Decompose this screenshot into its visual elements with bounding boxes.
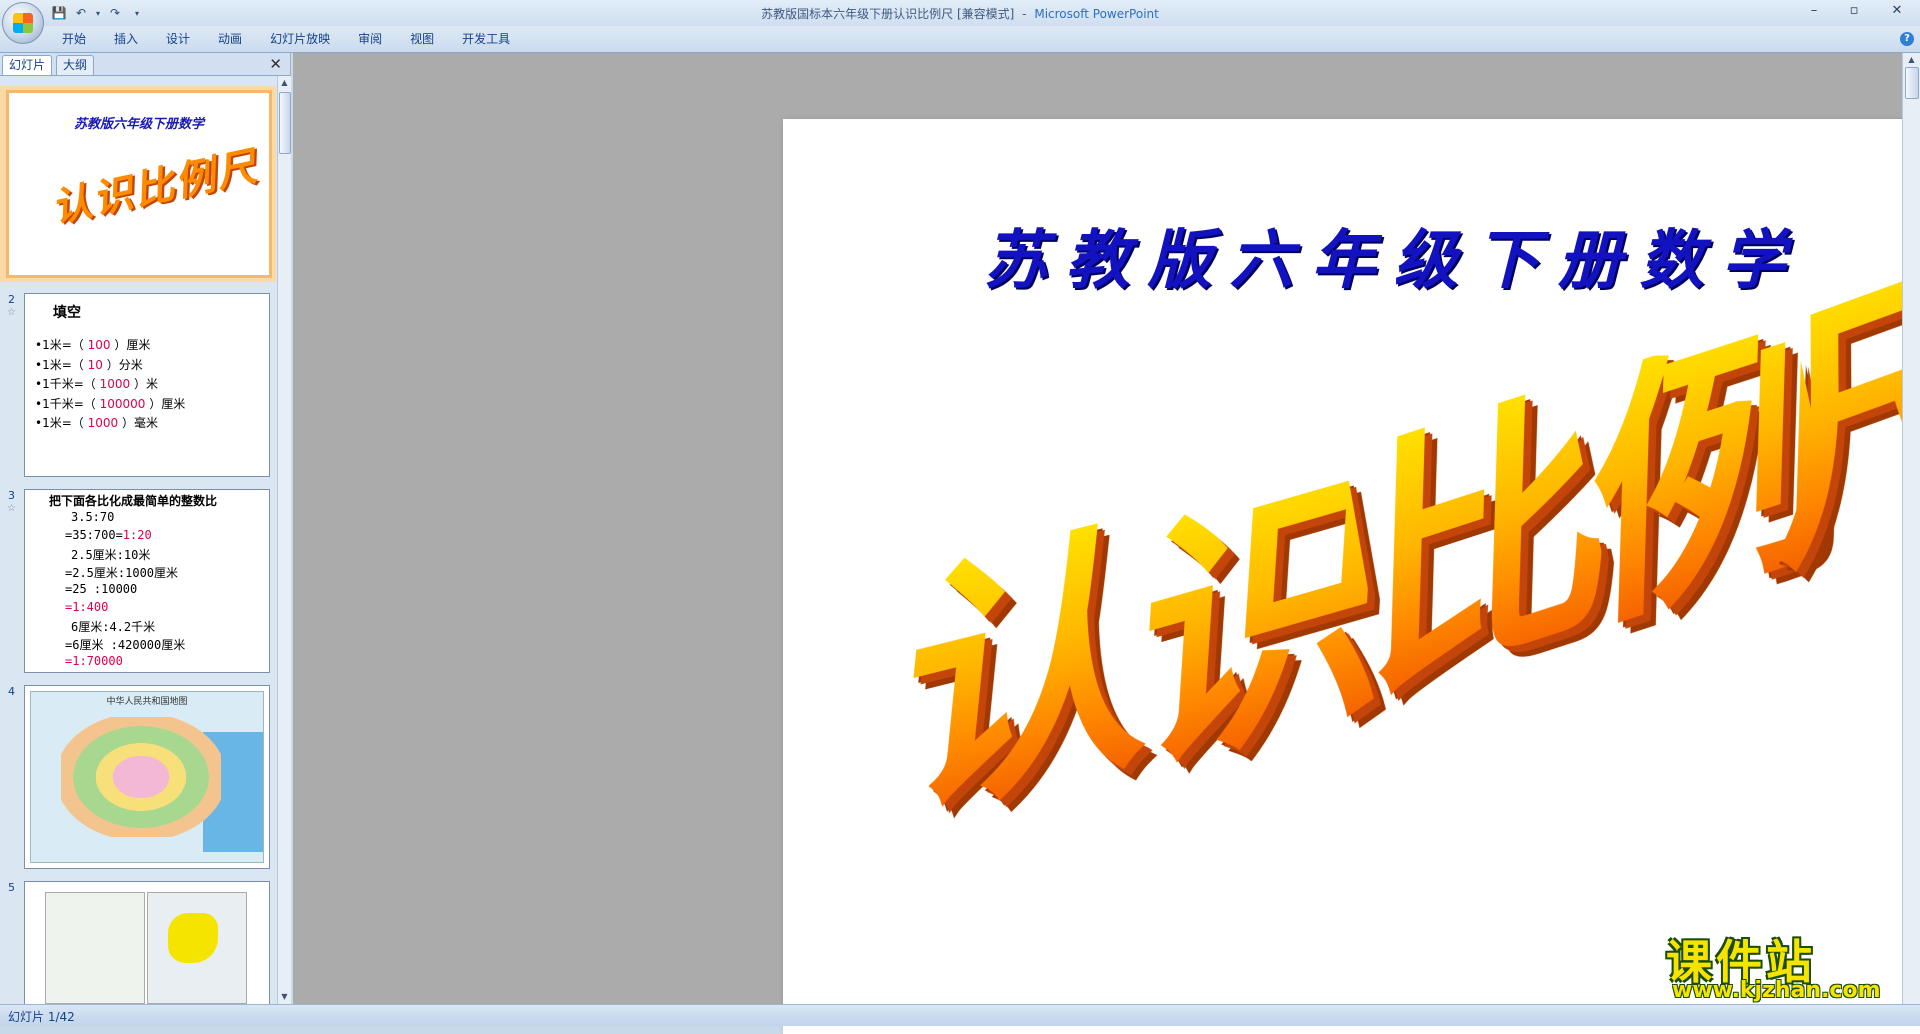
tab-slideshow[interactable]: 幻灯片放映	[256, 26, 344, 52]
tab-review[interactable]: 审阅	[344, 26, 396, 52]
slide-preview: 填空 •1米=（ 100 ）厘米 •1米=（ 10 ）分米 •1千米=（ 100…	[24, 293, 270, 477]
editor-scrollbar[interactable]: ▲	[1902, 53, 1920, 1004]
title-bar: 💾 ↶ ▾ ↷ ▾ 苏教版国标本六年级下册认识比例尺 [兼容模式] - Micr…	[0, 0, 1920, 26]
scroll-up-icon[interactable]: ▲	[278, 76, 291, 90]
slide-editor: 苏教版六年级下册数学 认 识 比 例 尺	[293, 53, 1920, 1034]
animation-star-icon: ☆	[7, 307, 16, 318]
tab-home[interactable]: 开始	[48, 26, 100, 52]
office-logo-icon	[13, 13, 33, 33]
tab-design[interactable]: 设计	[152, 26, 204, 52]
slide-number: 3	[8, 489, 15, 502]
slide-thumbnail-3[interactable]: 3 ☆ 把下面各比化成最简单的整数比 3.5:70 =35:700=1:20 2…	[0, 485, 276, 673]
slide-counter: 幻灯片 1/42	[8, 1010, 75, 1024]
slide-preview: 苏教版六年级下册数学 认识比例尺	[6, 90, 272, 278]
slide-thumbnail-5[interactable]: 5	[0, 877, 276, 1004]
site-watermark: 课件站 www.kjzhan.com	[1666, 926, 1906, 1004]
thumb-line: =6厘米 :420000厘米	[65, 638, 186, 652]
thumb-line: =2.5厘米:1000厘米	[65, 566, 179, 580]
slide-thumbnail-2[interactable]: 2 ☆ 填空 •1米=（ 100 ）厘米 •1米=（ 10 ）分米 •1千米=（…	[0, 289, 276, 477]
tab-slides[interactable]: 幻灯片	[2, 55, 53, 75]
minimize-button[interactable]: –	[1794, 0, 1834, 20]
watermark-url: www.kjzhan.com	[1672, 978, 1881, 1003]
thumb-line: •1千米=（ 100000 ）厘米	[35, 397, 186, 411]
slide-preview: 中华人民共和国地图	[24, 685, 270, 869]
app-name: Microsoft PowerPoint	[1034, 7, 1159, 21]
tab-insert[interactable]: 插入	[100, 26, 152, 52]
document-title: 苏教版国标本六年级下册认识比例尺 [兼容模式]	[761, 7, 1015, 21]
tab-animations[interactable]: 动画	[204, 26, 256, 52]
tab-view[interactable]: 视图	[396, 26, 448, 52]
thumb-subtitle: 苏教版六年级下册数学	[73, 117, 204, 132]
scroll-up-icon[interactable]: ▲	[1903, 53, 1920, 67]
window-controls: – ▫ ✕	[1794, 0, 1920, 20]
window-title: 苏教版国标本六年级下册认识比例尺 [兼容模式] - Microsoft Powe…	[0, 5, 1920, 22]
map-image-right	[147, 892, 247, 1004]
map-land	[61, 717, 221, 837]
maximize-button[interactable]: ▫	[1834, 0, 1874, 20]
slide-number: 5	[8, 881, 15, 894]
current-slide[interactable]: 苏教版六年级下册数学 认 识 比 例 尺	[783, 119, 1920, 1034]
thumb-line: =1:70000	[65, 654, 123, 668]
thumb-line: 6厘米:4.2千米	[71, 620, 156, 634]
close-button[interactable]: ✕	[1874, 0, 1920, 20]
office-button[interactable]	[2, 2, 44, 44]
thumb-line: •1千米=（ 1000 ）米	[35, 377, 158, 391]
map-image-left	[45, 892, 145, 1004]
thumb-line: •1米=（ 10 ）分米	[35, 358, 143, 372]
slide-preview	[24, 881, 270, 1004]
thumb-title: 把下面各比化成最简单的整数比	[49, 494, 218, 508]
slide-thumbnails: 1 苏教版六年级下册数学 认识比例尺 2 ☆ 填空 •1米=（ 100 ）厘米 …	[0, 76, 276, 1004]
slide-preview: 把下面各比化成最简单的整数比 3.5:70 =35:700=1:20 2.5厘米…	[24, 489, 270, 673]
slide-thumbnail-4[interactable]: 4 中华人民共和国地图	[0, 681, 276, 869]
thumb-line: =35:700=1:20	[65, 528, 152, 542]
thumb-line: =1:400	[65, 600, 109, 614]
thumb-line: 2.5厘米:10米	[71, 548, 151, 562]
tab-developer[interactable]: 开发工具	[448, 26, 524, 52]
title-separator: -	[1022, 7, 1027, 21]
china-map-image: 中华人民共和国地图	[30, 691, 264, 863]
thumb-line: =25 :10000	[65, 582, 138, 596]
help-icon[interactable]: ?	[1900, 32, 1914, 46]
slides-panel: 幻灯片 大纲 ✕ 1 苏教版六年级下册数学 认识比例尺 2 ☆ 填空 •1米=（…	[0, 53, 291, 1004]
thumb-line: •1米=（ 100 ）厘米	[35, 338, 151, 352]
slide-title-wordart[interactable]: 认 识 比 例 尺	[783, 119, 1920, 1034]
tab-outline[interactable]: 大纲	[56, 55, 95, 75]
animation-star-icon: ☆	[7, 503, 16, 514]
map-region	[168, 913, 218, 963]
panel-scrollbar[interactable]: ▲ ▼	[277, 76, 291, 1004]
map-header: 中华人民共和国地图	[106, 697, 188, 707]
thumb-line: •1米=（ 1000 ）毫米	[35, 416, 158, 430]
scroll-thumb[interactable]	[1905, 67, 1919, 99]
scroll-thumb[interactable]	[279, 92, 291, 154]
thumb-line: 3.5:70	[71, 510, 115, 524]
thumb-title: 认识比例尺	[47, 142, 263, 233]
panel-tabs: 幻灯片 大纲 ✕	[0, 53, 290, 76]
scroll-down-icon[interactable]: ▼	[278, 990, 291, 1004]
slide-number: 2	[8, 293, 15, 306]
ribbon-tabs: 开始 插入 设计 动画 幻灯片放映 审阅 视图 开发工具	[48, 26, 524, 52]
panel-close-icon[interactable]: ✕	[269, 55, 282, 73]
slide-thumbnail-1[interactable]: 1 苏教版六年级下册数学 认识比例尺	[0, 86, 276, 282]
status-bar: 幻灯片 1/42	[0, 1004, 1920, 1026]
ribbon: 开始 插入 设计 动画 幻灯片放映 审阅 视图 开发工具 ?	[0, 26, 1920, 53]
thumb-title: 填空	[53, 305, 81, 321]
slide-number: 4	[8, 685, 15, 698]
